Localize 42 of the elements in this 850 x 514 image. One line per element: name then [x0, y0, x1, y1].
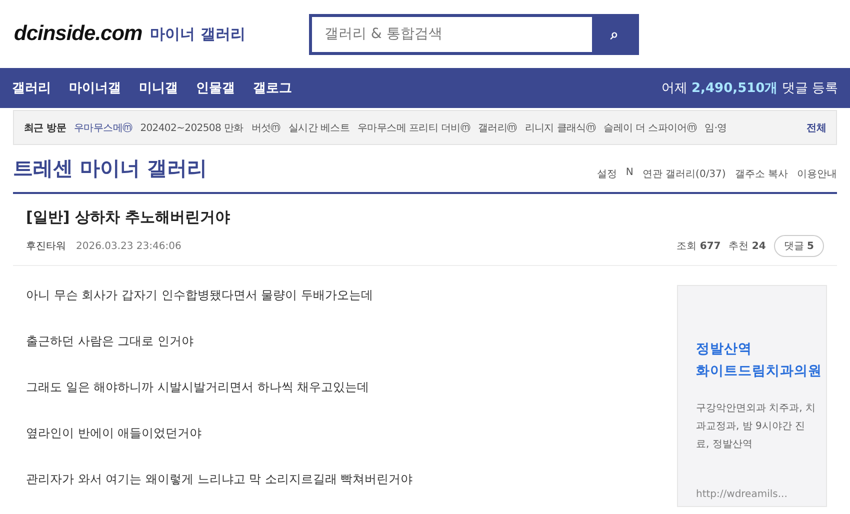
all-link[interactable]: 전체: [806, 120, 826, 134]
ad-card[interactable]: 정발산역 화이트드림치과의원 구강악안면외과 치주과, 치과교정과, 밤 9시야간 진료, 정발산역 http://wdreamils...: [677, 285, 827, 507]
comment-button[interactable]: 댓글 5: [774, 235, 824, 257]
post-paragraph: 관리자가 와서 여기는 왜이렇게 느리냐고 막 소리지르길래 빡쳐버린거야: [26, 471, 414, 488]
post-paragraph: 그래도 일은 해야하니까 시발시발거리면서 하나씩 채우고있는데: [26, 379, 370, 396]
recent-link[interactable]: 임·영: [704, 120, 727, 134]
nav-link[interactable]: 갤러리: [12, 79, 51, 97]
recent-link[interactable]: 202402~202508 만화: [140, 120, 244, 134]
section-title[interactable]: 마이너 갤러리: [150, 24, 246, 44]
recent-link[interactable]: 버섯ⓜ: [251, 120, 280, 134]
gallery-link[interactable]: 갤주소 복사: [734, 166, 788, 180]
recent-link[interactable]: 우마무스메 프리티 더비ⓜ: [358, 120, 470, 134]
ad-title: 화이트드림치과의원: [696, 362, 823, 381]
nav-link[interactable]: 미니갤: [139, 79, 178, 97]
nav-link[interactable]: 인물갤: [196, 79, 235, 97]
recent-link[interactable]: 갤러리ⓜ: [478, 120, 517, 134]
gallery-link[interactable]: 이용안내: [797, 166, 837, 180]
ad-description: 구강악안면외과 치주과, 치과교정과, 밤 9시야간 진료, 정발산역: [696, 402, 817, 452]
search-field[interactable]: 갤러리 & 통합검색 ⌕: [309, 14, 640, 54]
post-date: 2026.03.23 23:46:06: [76, 240, 182, 252]
site-logo[interactable]: dcinside.com: [14, 22, 142, 46]
gallery-link[interactable]: N: [626, 166, 634, 180]
author-name[interactable]: 후진타워: [26, 239, 66, 253]
gallery-link[interactable]: 연관 갤러리(0/37): [642, 166, 726, 180]
ad-title: 정발산역: [696, 340, 753, 359]
comment-stats: 어제 2,490,510개 댓글 등록: [661, 80, 838, 97]
post-paragraph: 출근하던 사람은 그대로 인거야: [26, 333, 194, 350]
recent-link[interactable]: 우마무스메ⓜ: [74, 120, 132, 134]
gallery-title[interactable]: 트레센 마이너 갤러리: [13, 155, 207, 182]
post-paragraph: 아니 무슨 회사가 갑자기 인수합병됐다면서 물량이 두배가오는데: [26, 287, 374, 304]
gallery-link[interactable]: 설정: [596, 166, 617, 180]
nav-link[interactable]: 마이너갤: [69, 79, 121, 97]
like-count: 추천 24: [728, 240, 766, 253]
post-title: [일반] 상하차 추노해버린거야: [26, 207, 232, 227]
recent-label: 최근 방문: [24, 122, 66, 134]
recent-link[interactable]: 리니지 클래식ⓜ: [524, 120, 596, 134]
recent-link[interactable]: 실시간 베스트: [288, 120, 350, 134]
nav-link[interactable]: 갤로그: [253, 79, 292, 97]
view-count: 조회 677: [676, 240, 721, 253]
recent-link[interactable]: 슬레이 더 스파이어ⓜ: [604, 120, 697, 134]
post-paragraph: 옆라인이 반에이 애들이었던거야: [26, 425, 203, 442]
search-button[interactable]: ⌕: [592, 16, 636, 52]
